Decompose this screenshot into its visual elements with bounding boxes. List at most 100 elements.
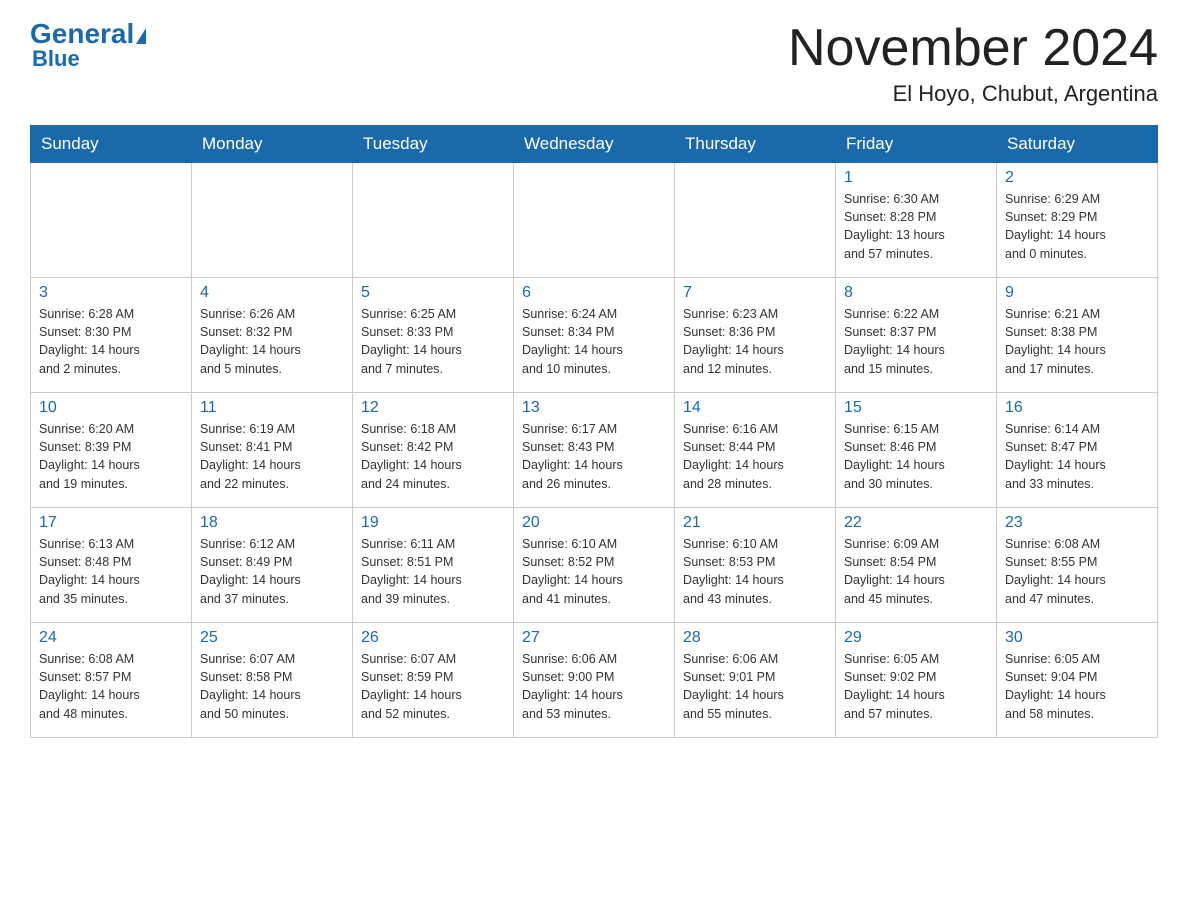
day-number: 20 [522,514,666,532]
day-info: Sunrise: 6:24 AMSunset: 8:34 PMDaylight:… [522,305,666,378]
header: General Blue November 2024 El Hoyo, Chub… [30,20,1158,107]
day-number: 14 [683,399,827,417]
week-row-3: 10 Sunrise: 6:20 AMSunset: 8:39 PMDayligh… [31,393,1158,508]
day-number: 24 [39,629,183,647]
header-thursday: Thursday [675,126,836,163]
title-area: November 2024 El Hoyo, Chubut, Argentina [788,20,1158,107]
day-info: Sunrise: 6:12 AMSunset: 8:49 PMDaylight:… [200,535,344,608]
day-number: 28 [683,629,827,647]
calendar-cell: 25 Sunrise: 6:07 AMSunset: 8:58 PMDayligh… [192,623,353,738]
week-row-1: 1Sunrise: 6:30 AMSunset: 8:28 PMDaylight… [31,163,1158,278]
calendar-cell: 13 Sunrise: 6:17 AMSunset: 8:43 PMDayligh… [514,393,675,508]
main-title: November 2024 [788,20,1158,77]
calendar-cell: 23Sunrise: 6:08 AMSunset: 8:55 PMDayligh… [997,508,1158,623]
day-number: 8 [844,284,988,302]
calendar-cell: 28Sunrise: 6:06 AMSunset: 9:01 PMDayligh… [675,623,836,738]
subtitle: El Hoyo, Chubut, Argentina [788,81,1158,107]
calendar-cell: 27 Sunrise: 6:06 AMSunset: 9:00 PMDayligh… [514,623,675,738]
day-info: Sunrise: 6:07 AMSunset: 8:58 PMDaylight:… [200,650,344,723]
day-number: 22 [844,514,988,532]
header-monday: Monday [192,126,353,163]
day-info: Sunrise: 6:11 AMSunset: 8:51 PMDaylight:… [361,535,505,608]
day-number: 27 [522,629,666,647]
calendar-cell: 3 Sunrise: 6:28 AMSunset: 8:30 PMDaylight… [31,278,192,393]
calendar-cell [353,163,514,278]
day-number: 15 [844,399,988,417]
day-info: Sunrise: 6:06 AMSunset: 9:00 PMDaylight:… [522,650,666,723]
day-number: 7 [683,284,827,302]
calendar-cell: 21 Sunrise: 6:10 AMSunset: 8:53 PMDayligh… [675,508,836,623]
calendar-header-row: SundayMondayTuesdayWednesdayThursdayFrid… [31,126,1158,163]
calendar-cell: 15 Sunrise: 6:15 AMSunset: 8:46 PMDayligh… [836,393,997,508]
day-number: 25 [200,629,344,647]
day-info: Sunrise: 6:18 AMSunset: 8:42 PMDaylight:… [361,420,505,493]
day-number: 17 [39,514,183,532]
day-info: Sunrise: 6:22 AMSunset: 8:37 PMDaylight:… [844,305,988,378]
calendar-cell: 30 Sunrise: 6:05 AMSunset: 9:04 PMDayligh… [997,623,1158,738]
day-number: 21 [683,514,827,532]
week-row-4: 17 Sunrise: 6:13 AMSunset: 8:48 PMDayligh… [31,508,1158,623]
day-info: Sunrise: 6:20 AMSunset: 8:39 PMDaylight:… [39,420,183,493]
day-number: 3 [39,284,183,302]
logo-blue-text: Blue [30,46,80,72]
day-info: Sunrise: 6:13 AMSunset: 8:48 PMDaylight:… [39,535,183,608]
logo: General Blue [30,20,146,72]
day-info: Sunrise: 6:14 AMSunset: 8:47 PMDaylight:… [1005,420,1149,493]
day-number: 2 [1005,169,1149,187]
calendar-cell [514,163,675,278]
calendar-table: SundayMondayTuesdayWednesdayThursdayFrid… [30,125,1158,738]
day-info: Sunrise: 6:05 AMSunset: 9:02 PMDaylight:… [844,650,988,723]
week-row-5: 24 Sunrise: 6:08 AMSunset: 8:57 PMDayligh… [31,623,1158,738]
day-number: 11 [200,399,344,417]
day-number: 19 [361,514,505,532]
day-number: 10 [39,399,183,417]
calendar-cell: 18Sunrise: 6:12 AMSunset: 8:49 PMDayligh… [192,508,353,623]
day-number: 5 [361,284,505,302]
day-number: 26 [361,629,505,647]
day-info: Sunrise: 6:21 AMSunset: 8:38 PMDaylight:… [1005,305,1149,378]
header-saturday: Saturday [997,126,1158,163]
calendar-cell: 22 Sunrise: 6:09 AMSunset: 8:54 PMDayligh… [836,508,997,623]
calendar-cell [31,163,192,278]
day-info: Sunrise: 6:08 AMSunset: 8:57 PMDaylight:… [39,650,183,723]
header-sunday: Sunday [31,126,192,163]
day-info: Sunrise: 6:15 AMSunset: 8:46 PMDaylight:… [844,420,988,493]
logo-general-text: General [30,18,134,49]
day-info: Sunrise: 6:07 AMSunset: 8:59 PMDaylight:… [361,650,505,723]
calendar-cell: 14Sunrise: 6:16 AMSunset: 8:44 PMDayligh… [675,393,836,508]
day-info: Sunrise: 6:17 AMSunset: 8:43 PMDaylight:… [522,420,666,493]
calendar-cell: 5Sunrise: 6:25 AMSunset: 8:33 PMDaylight… [353,278,514,393]
logo-top: General [30,20,146,48]
calendar-cell: 9Sunrise: 6:21 AMSunset: 8:38 PMDaylight… [997,278,1158,393]
day-info: Sunrise: 6:28 AMSunset: 8:30 PMDaylight:… [39,305,183,378]
header-tuesday: Tuesday [353,126,514,163]
calendar-cell: 7 Sunrise: 6:23 AMSunset: 8:36 PMDaylight… [675,278,836,393]
calendar-cell: 11Sunrise: 6:19 AMSunset: 8:41 PMDayligh… [192,393,353,508]
day-info: Sunrise: 6:23 AMSunset: 8:36 PMDaylight:… [683,305,827,378]
day-number: 16 [1005,399,1149,417]
day-info: Sunrise: 6:10 AMSunset: 8:52 PMDaylight:… [522,535,666,608]
day-number: 1 [844,169,988,187]
logo-triangle-icon [136,28,146,44]
calendar-cell: 6 Sunrise: 6:24 AMSunset: 8:34 PMDaylight… [514,278,675,393]
day-number: 23 [1005,514,1149,532]
day-info: Sunrise: 6:09 AMSunset: 8:54 PMDaylight:… [844,535,988,608]
day-info: Sunrise: 6:05 AMSunset: 9:04 PMDaylight:… [1005,650,1149,723]
calendar-cell: 26 Sunrise: 6:07 AMSunset: 8:59 PMDayligh… [353,623,514,738]
calendar-cell [192,163,353,278]
day-number: 12 [361,399,505,417]
calendar-cell: 2 Sunrise: 6:29 AMSunset: 8:29 PMDaylight… [997,163,1158,278]
day-number: 29 [844,629,988,647]
day-info: Sunrise: 6:10 AMSunset: 8:53 PMDaylight:… [683,535,827,608]
day-number: 30 [1005,629,1149,647]
day-number: 6 [522,284,666,302]
day-info: Sunrise: 6:26 AMSunset: 8:32 PMDaylight:… [200,305,344,378]
calendar-cell: 8 Sunrise: 6:22 AMSunset: 8:37 PMDaylight… [836,278,997,393]
calendar-cell: 19 Sunrise: 6:11 AMSunset: 8:51 PMDayligh… [353,508,514,623]
calendar-cell: 17 Sunrise: 6:13 AMSunset: 8:48 PMDayligh… [31,508,192,623]
calendar-cell: 12 Sunrise: 6:18 AMSunset: 8:42 PMDayligh… [353,393,514,508]
calendar-cell: 24 Sunrise: 6:08 AMSunset: 8:57 PMDayligh… [31,623,192,738]
day-number: 13 [522,399,666,417]
week-row-2: 3 Sunrise: 6:28 AMSunset: 8:30 PMDaylight… [31,278,1158,393]
day-info: Sunrise: 6:29 AMSunset: 8:29 PMDaylight:… [1005,190,1149,263]
